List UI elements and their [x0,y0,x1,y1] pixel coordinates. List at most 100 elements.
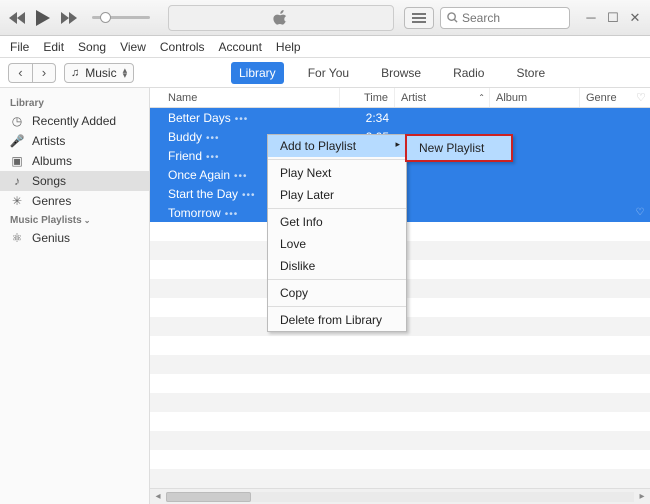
empty-row [150,355,650,374]
prev-button[interactable] [8,9,26,27]
nav-arrows: ‹ › [8,63,56,83]
col-time[interactable]: Time [340,88,395,107]
list-view-button[interactable] [404,7,434,29]
menu-file[interactable]: File [10,40,29,54]
search-icon [447,12,458,23]
apple-icon [273,9,289,27]
tab-browse[interactable]: Browse [373,62,429,84]
ctx-love[interactable]: Love [268,233,406,255]
col-name[interactable]: Name [150,88,340,107]
sidebar-item-artists[interactable]: 🎤 Artists [0,131,149,151]
music-note-icon: ♫ [71,67,79,79]
source-selector[interactable]: ♫ Music ▴▾ [64,63,134,83]
chevron-right-icon: ▸ [395,139,400,150]
scroll-left-icon[interactable]: ◂ [150,491,166,502]
empty-row [150,431,650,450]
tab-store[interactable]: Store [508,62,553,84]
separator [268,279,406,280]
tab-library[interactable]: Library [231,62,284,84]
sidebar-item-label: Recently Added [32,114,116,128]
more-icon[interactable]: ••• [235,114,249,125]
right-controls [404,7,576,29]
title-bar: ─ ☐ ✕ [0,0,650,36]
more-icon[interactable]: ••• [225,209,239,220]
column-headers: Name Time Artist⌃ Album Genre ♡ [150,88,650,108]
heart-icon[interactable]: ♡ [630,207,650,218]
ctx-dislike[interactable]: Dislike [268,255,406,277]
menu-song[interactable]: Song [78,40,106,54]
forward-button[interactable]: › [32,63,56,83]
more-icon[interactable]: ••• [206,152,220,163]
scroll-thumb[interactable] [166,492,251,502]
menu-bar: File Edit Song View Controls Account Hel… [0,36,650,58]
nav-tabs: Library For You Browse Radio Store [134,62,650,84]
chevron-updown-icon: ▴▾ [123,68,128,78]
menu-edit[interactable]: Edit [43,40,64,54]
ctx-copy[interactable]: Copy [268,282,406,304]
clock-icon: ◷ [10,114,24,128]
minimize-button[interactable]: ─ [584,11,598,25]
genius-icon: ⚛ [10,231,24,245]
next-button[interactable] [60,9,78,27]
sidebar-item-songs[interactable]: ♪ Songs [0,171,149,191]
search-input[interactable] [462,11,557,25]
genre-icon: ✳ [10,194,24,208]
empty-row [150,336,650,355]
source-label: Music [85,66,116,80]
sidebar-item-label: Albums [32,154,72,168]
sidebar-item-label: Songs [32,174,66,188]
separator [268,208,406,209]
song-row[interactable]: Better Days••• 2:34 [150,108,650,127]
col-heart[interactable]: ♡ [630,88,650,107]
separator [268,159,406,160]
empty-row [150,469,650,488]
more-icon[interactable]: ••• [242,190,256,201]
window-controls: ─ ☐ ✕ [576,11,650,25]
menu-controls[interactable]: Controls [160,40,205,54]
maximize-button[interactable]: ☐ [606,11,620,25]
tab-for-you[interactable]: For You [300,62,357,84]
menu-help[interactable]: Help [276,40,301,54]
more-icon[interactable]: ••• [206,133,220,144]
sidebar-item-genius[interactable]: ⚛ Genius [0,228,149,248]
col-genre[interactable]: Genre [580,88,630,107]
ctx-play-next[interactable]: Play Next [268,162,406,184]
search-field[interactable] [440,7,570,29]
album-icon: ▣ [10,154,24,168]
chevron-down-icon: ⌄ [84,216,91,225]
lcd-display [168,5,394,31]
sidebar-heading-library: Library [0,94,149,111]
playback-controls [0,9,158,27]
col-artist[interactable]: Artist⌃ [395,88,490,107]
tab-radio[interactable]: Radio [445,62,492,84]
empty-row [150,412,650,431]
sidebar-item-label: Genres [32,194,71,208]
sidebar-item-genres[interactable]: ✳ Genres [0,191,149,211]
close-button[interactable]: ✕ [628,11,642,25]
sidebar-heading-playlists[interactable]: Music Playlists⌄ [0,211,149,228]
ctx-get-info[interactable]: Get Info [268,211,406,233]
back-button[interactable]: ‹ [8,63,32,83]
toolbar: ‹ › ♫ Music ▴▾ Library For You Browse Ra… [0,58,650,88]
play-button[interactable] [34,9,52,27]
sidebar-item-recently-added[interactable]: ◷ Recently Added [0,111,149,131]
ctx-add-to-playlist[interactable]: Add to Playlist ▸ [268,135,406,157]
sidebar-item-label: Artists [32,134,65,148]
ctx-delete[interactable]: Delete from Library [268,309,406,331]
empty-row [150,374,650,393]
context-submenu: New Playlist [405,134,513,162]
ctx-play-later[interactable]: Play Later [268,184,406,206]
context-menu: Add to Playlist ▸ Play Next Play Later G… [267,134,407,332]
menu-view[interactable]: View [120,40,146,54]
scroll-right-icon[interactable]: ▸ [634,491,650,502]
more-icon[interactable]: ••• [234,171,248,182]
horizontal-scrollbar[interactable]: ◂ ▸ [150,488,650,504]
separator [268,306,406,307]
sidebar-item-albums[interactable]: ▣ Albums [0,151,149,171]
col-album[interactable]: Album [490,88,580,107]
ctx-new-playlist[interactable]: New Playlist [407,136,511,160]
mic-icon: 🎤 [10,134,24,148]
menu-account[interactable]: Account [219,40,262,54]
volume-slider[interactable] [92,16,150,19]
sort-arrow-icon: ⌃ [478,93,485,102]
